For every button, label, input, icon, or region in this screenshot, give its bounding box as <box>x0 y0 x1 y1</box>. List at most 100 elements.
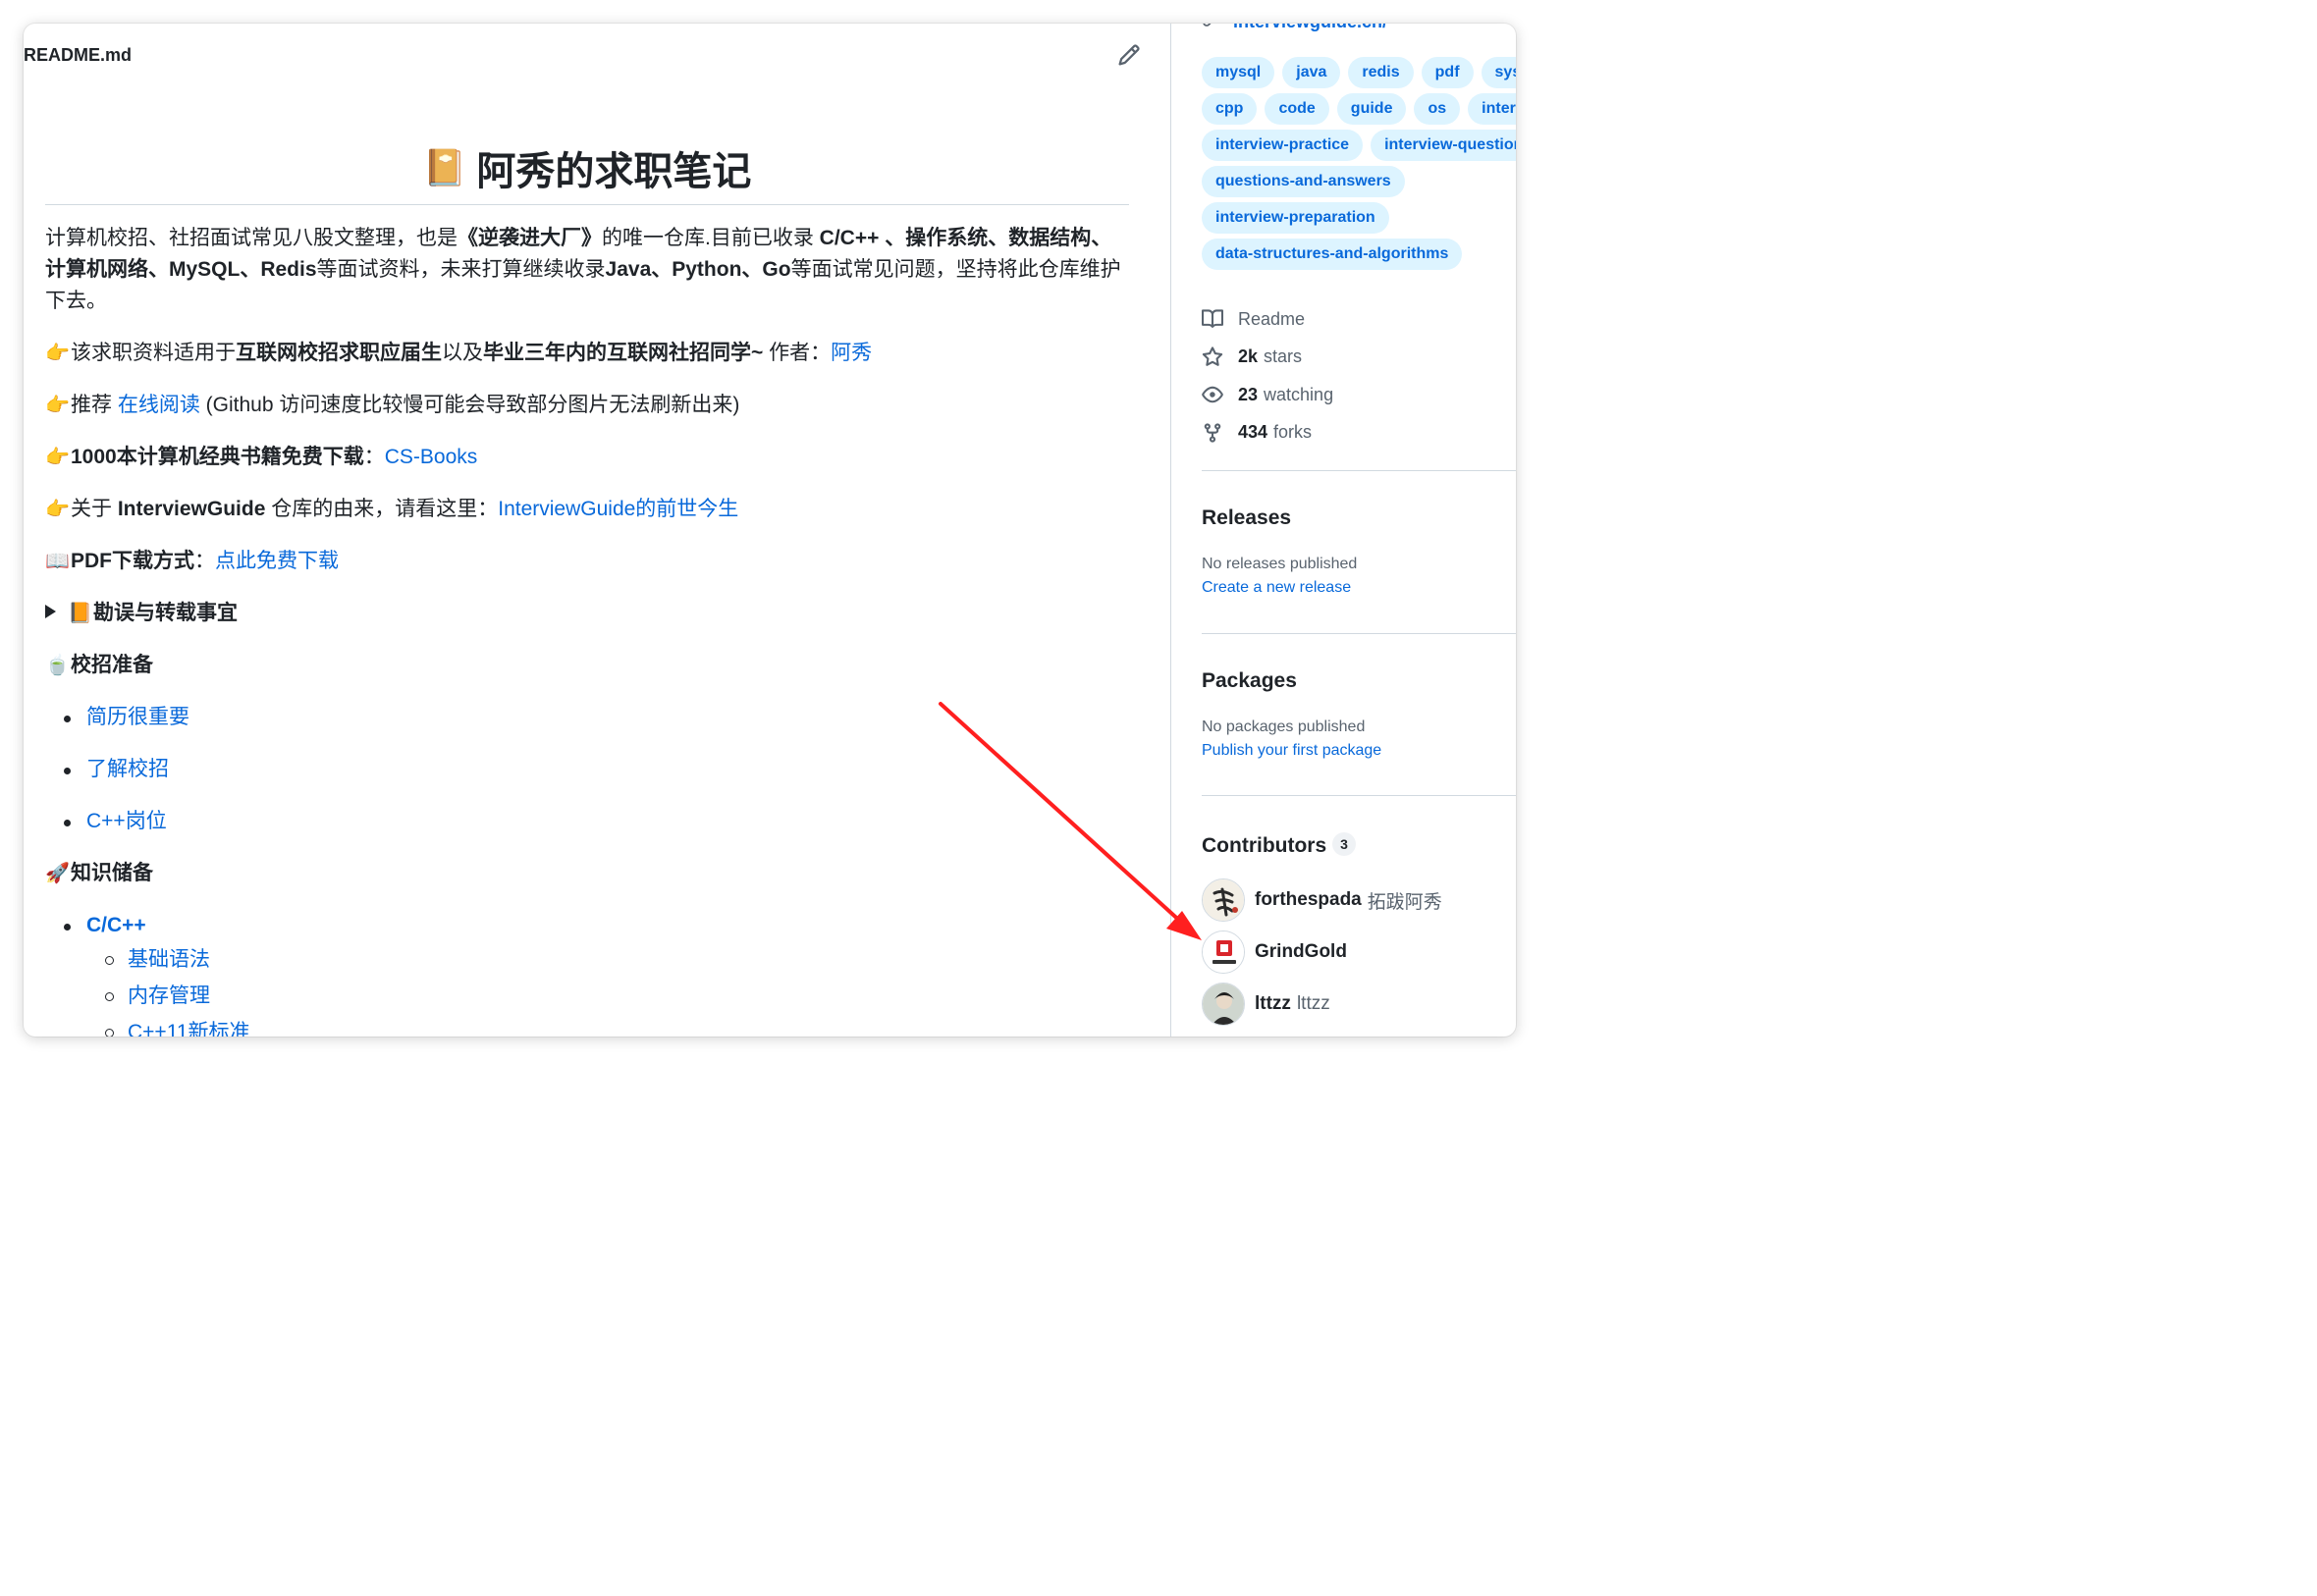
cpp-sublist: 基础语法 内存管理 C++11新标准 <box>86 941 1129 1037</box>
topic-row: data-structures-and-algorithms <box>1202 239 1516 275</box>
packages-heading[interactable]: Packages <box>1202 669 1297 693</box>
topic-tag[interactable]: interview-questions <box>1371 130 1516 161</box>
online-read-link[interactable]: 在线阅读 <box>118 394 200 416</box>
topic-tag[interactable]: redis <box>1348 57 1414 88</box>
contributor-item[interactable]: lttzz lttzz <box>1202 981 1330 1028</box>
author-link[interactable]: 阿秀 <box>831 342 872 364</box>
create-release-link[interactable]: Create a new release <box>1202 579 1351 597</box>
line-text: ： <box>194 550 215 572</box>
cpp-position-link[interactable]: C++岗位 <box>86 810 167 832</box>
memory-link[interactable]: 内存管理 <box>128 984 210 1007</box>
avatar <box>1202 931 1245 974</box>
pdf-line: 📖PDF下载方式：点此免费下载 <box>45 546 1129 577</box>
topic-tag[interactable]: interview <box>1468 93 1516 125</box>
topic-row: interview-practice interview-questions <box>1202 130 1516 166</box>
topic-tag[interactable]: cpp <box>1202 93 1258 125</box>
list-item: 内存管理 <box>86 978 1129 1014</box>
line-text: 作者： <box>763 342 832 364</box>
open-book-icon: 📖 <box>45 551 70 572</box>
contributor-login: GrindGold <box>1255 941 1347 962</box>
prep-list: 简历很重要 了解校招 C++岗位 <box>45 702 1129 837</box>
topic-row: interview-preparation <box>1202 202 1516 239</box>
syntax-link[interactable]: 基础语法 <box>128 948 210 971</box>
orange-book-icon: 📙 <box>68 603 92 624</box>
line-bold: 毕业三年内的互联网社招同学~ <box>483 342 764 364</box>
online-read-line: 👉推荐 在线阅读 (Github 访问速度比较慢可能会导致部分图片无法刷新出来) <box>45 390 1129 421</box>
window-frame: README.md 📔 阿秀的求职笔记 计算机校招、社招面试常见八股文整理，也是… <box>24 24 1516 1037</box>
stars-link[interactable]: 2k stars <box>1202 339 1333 377</box>
details-label: 勘误与转载事宜 <box>93 602 238 624</box>
line-bold: PDF下载方式 <box>71 550 194 572</box>
avatar <box>1202 878 1245 922</box>
forks-count: 434 <box>1238 422 1268 443</box>
readme-filename[interactable]: README.md <box>24 45 132 66</box>
readme-link[interactable]: Readme <box>1202 300 1333 339</box>
website-text[interactable]: interviewguide.cn/ <box>1233 24 1387 31</box>
topic-tag[interactable]: guide <box>1336 93 1407 125</box>
stars-count: 2k <box>1238 346 1259 367</box>
fork-icon <box>1204 423 1221 443</box>
forks-link[interactable]: 434 forks <box>1202 414 1333 452</box>
cpp11-link[interactable]: C++11新标准 <box>128 1021 250 1037</box>
topic-tag[interactable]: java <box>1282 57 1341 88</box>
topic-tag[interactable]: pdf <box>1421 57 1474 88</box>
line-text: ： <box>363 446 385 468</box>
link-icon <box>1203 24 1212 27</box>
contributor-login: forthespada <box>1255 889 1362 910</box>
cpp-link[interactable]: C/C++ <box>86 914 146 936</box>
list-item: C++11新标准 <box>86 1014 1129 1037</box>
topic-tag[interactable]: data-structures-and-algorithms <box>1202 239 1463 270</box>
readme-panel: README.md 📔 阿秀的求职笔记 计算机校招、社招面试常见八股文整理，也是… <box>24 24 1170 1037</box>
origin-link[interactable]: InterviewGuide的前世今生 <box>498 498 738 520</box>
panel-divider <box>1170 24 1171 1037</box>
knowledge-list: C/C++ 基础语法 内存管理 C++11新标准 <box>45 910 1129 1037</box>
topic-tag[interactable]: code <box>1265 93 1329 125</box>
intro-bold: Java、Python、Go <box>605 258 791 281</box>
publish-package-link[interactable]: Publish your first package <box>1202 742 1381 760</box>
intro-text: 的唯一仓库.目前已收录 <box>602 227 820 249</box>
readme-header: README.md <box>24 39 1162 71</box>
pencil-icon[interactable] <box>1117 43 1141 67</box>
errata-details-toggle[interactable]: 📙勘误与转载事宜 <box>45 598 1129 629</box>
list-item: C/C++ 基础语法 内存管理 C++11新标准 <box>45 910 1129 1037</box>
book-icon <box>1202 309 1223 329</box>
contributors-title: Contributors <box>1202 834 1327 857</box>
campus-link[interactable]: 了解校招 <box>86 758 169 780</box>
origin-line: 👉关于 InterviewGuide 仓库的由来，请看这里：InterviewG… <box>45 494 1129 525</box>
cs-books-link[interactable]: CS-Books <box>385 446 478 468</box>
topic-tag[interactable]: system <box>1481 57 1516 88</box>
topic-row: mysql java redis pdf system <box>1202 57 1516 93</box>
readme-title: 📔 阿秀的求职笔记 <box>45 137 1129 198</box>
pointing-hand-icon: 👉 <box>45 499 70 520</box>
no-packages-text: No packages published <box>1202 718 1366 735</box>
contributor-name: lttzz <box>1296 993 1330 1014</box>
line-text: (Github 访问速度比较慢可能会导致部分图片无法刷新出来) <box>199 394 740 416</box>
website-link[interactable]: interviewguide.cn/ <box>1202 24 1387 32</box>
topic-tag[interactable]: mysql <box>1202 57 1275 88</box>
section-heading-prep: 🍵校招准备 <box>45 650 1129 681</box>
topic-tag[interactable]: interview-preparation <box>1202 202 1389 234</box>
contributor-item[interactable]: GrindGold <box>1202 929 1353 976</box>
title-divider <box>45 204 1129 205</box>
topic-tag[interactable]: interview-practice <box>1202 130 1364 161</box>
topics-list: mysql java redis pdf system cpp code gui… <box>1202 57 1516 275</box>
about-sidebar: interviewguide.cn/ mysql java redis pdf … <box>1202 24 1516 1037</box>
pdf-download-link[interactable]: 点此免费下载 <box>215 550 339 572</box>
eye-icon <box>1202 387 1223 403</box>
contributor-item[interactable]: forthespada 拓跋阿秀 <box>1202 877 1442 924</box>
topic-row: cpp code guide os interview <box>1202 93 1516 130</box>
intro-text: 计算机校招、社招面试常见八股文整理，也是 <box>45 227 458 249</box>
topic-tag[interactable]: questions-and-answers <box>1202 166 1405 197</box>
intro-paragraph: 计算机校招、社招面试常见八股文整理，也是《逆袭进大厂》的唯一仓库.目前已收录 C… <box>45 223 1129 317</box>
topic-tag[interactable]: os <box>1414 93 1461 125</box>
list-item: 基础语法 <box>86 941 1129 978</box>
releases-heading[interactable]: Releases <box>1202 506 1291 530</box>
sidebar-divider <box>1202 470 1516 471</box>
books-line: 👉1000本计算机经典书籍免费下载：CS-Books <box>45 442 1129 473</box>
resume-link[interactable]: 简历很重要 <box>86 706 189 728</box>
watching-link[interactable]: 23 watching <box>1202 376 1333 414</box>
contributor-name: 拓跋阿秀 <box>1367 891 1442 913</box>
contributors-heading[interactable]: Contributors 3 <box>1202 832 1356 858</box>
line-bold: InterviewGuide <box>117 498 266 520</box>
notebook-icon: 📔 <box>422 147 467 187</box>
